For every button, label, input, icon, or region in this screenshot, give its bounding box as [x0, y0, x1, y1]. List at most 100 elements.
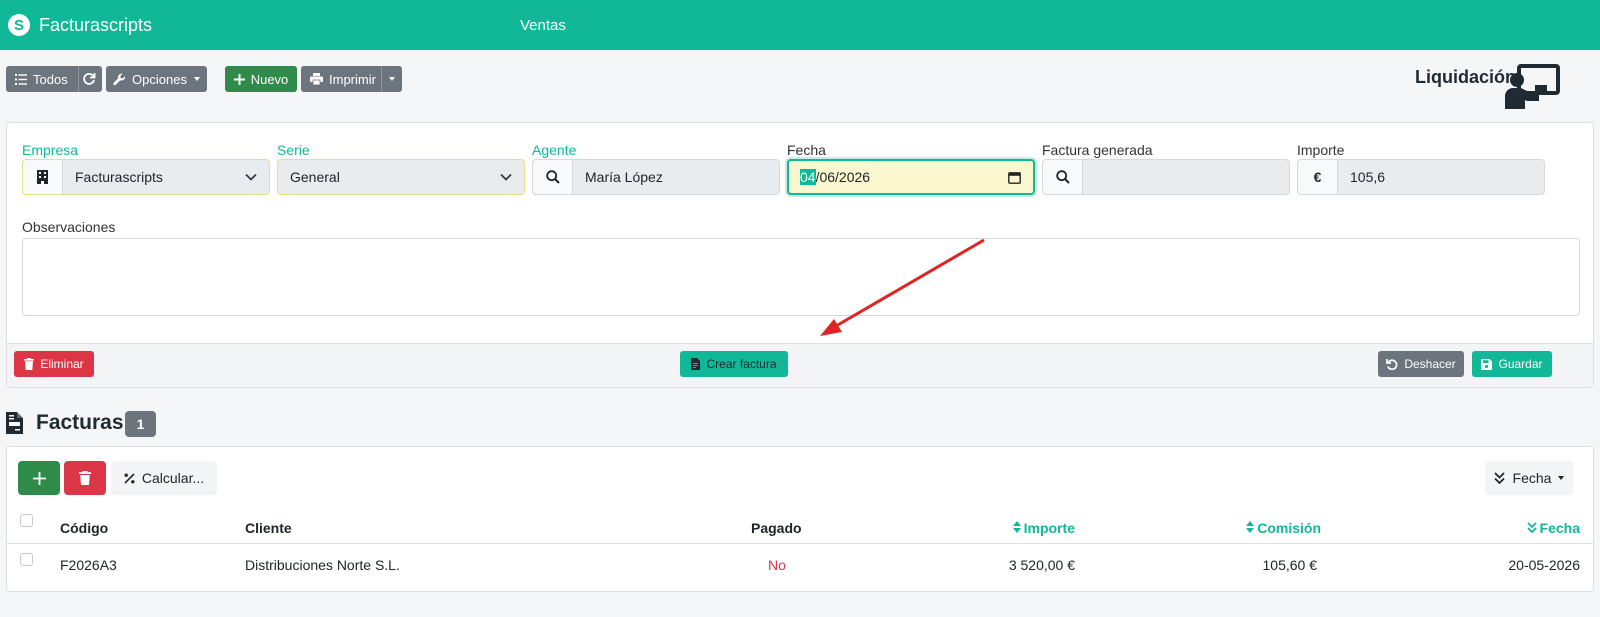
toolbar-divider	[78, 66, 79, 92]
empresa-label: Empresa	[22, 142, 79, 158]
chevron-down-icon	[1558, 476, 1565, 480]
liquidation-form-card: Empresa Facturascripts Serie General Age…	[6, 122, 1594, 388]
create-invoice-button[interactable]: Crear factura	[680, 351, 788, 377]
sort-fecha-label: Fecha	[1512, 470, 1552, 486]
empresa-value: Facturascripts	[75, 169, 163, 185]
print-dropdown-chevron-icon[interactable]	[389, 77, 395, 81]
list-icon	[15, 73, 27, 85]
brand-link[interactable]: S Facturascripts	[8, 14, 152, 36]
toolbar-divider	[381, 66, 382, 92]
undo-button[interactable]: Deshacer	[1378, 351, 1464, 377]
column-cliente[interactable]: Cliente	[245, 520, 292, 536]
factura-generada-field[interactable]	[1042, 159, 1290, 195]
invoices-section-title: Facturas	[36, 411, 124, 434]
cell-importe: 3 520,00 €	[1008, 557, 1075, 573]
row-checkbox[interactable]	[20, 553, 33, 566]
importe-value: 105,6	[1350, 169, 1386, 185]
double-chevron-down-icon	[1493, 472, 1505, 484]
importe-label: Importe	[1297, 142, 1345, 158]
fecha-label: Fecha	[787, 142, 826, 158]
delete-invoice-button[interactable]	[64, 461, 106, 495]
select-all-checkbox[interactable]	[20, 514, 33, 527]
cell-codigo[interactable]: F2026A3	[60, 557, 117, 573]
wrench-icon	[113, 73, 126, 85]
sort-icon	[1012, 521, 1021, 533]
column-codigo[interactable]: Código	[60, 520, 108, 536]
all-label: Todos	[33, 71, 68, 87]
agente-label: Agente	[532, 142, 577, 158]
brand-name: Facturascripts	[39, 14, 153, 35]
trash-icon	[24, 358, 35, 370]
calculate-label: Calcular...	[141, 470, 205, 486]
create-invoice-label: Crear factura	[706, 357, 777, 371]
new-button[interactable]: Nuevo	[225, 66, 297, 92]
new-label: Nuevo	[250, 71, 289, 87]
printer-icon	[310, 73, 323, 85]
add-invoice-button[interactable]	[18, 461, 60, 495]
options-label: Opciones	[132, 71, 187, 87]
options-button[interactable]: Opciones	[106, 66, 207, 92]
importe-field[interactable]: € 105,6	[1297, 159, 1545, 195]
calendar-icon[interactable]	[1008, 171, 1021, 184]
factura-generada-label: Factura generada	[1042, 142, 1153, 158]
empresa-select[interactable]: Facturascripts	[22, 159, 270, 195]
undo-label: Deshacer	[1404, 357, 1456, 371]
building-icon	[23, 160, 63, 194]
observaciones-label: Observaciones	[22, 219, 116, 235]
agente-field[interactable]: María López	[532, 159, 780, 195]
column-importe-label: Importe	[1023, 520, 1075, 536]
column-importe[interactable]: Importe	[1012, 520, 1075, 536]
save-button[interactable]: Guardar	[1472, 351, 1552, 377]
table-divider	[7, 543, 1593, 544]
sort-fecha-button[interactable]: Fecha	[1485, 461, 1573, 495]
column-pagado[interactable]: Pagado	[751, 520, 802, 536]
calculate-button[interactable]: Calcular...	[111, 461, 217, 495]
column-comision-label: Comisión	[1257, 520, 1321, 536]
fecha-input[interactable]: 04/06/2026	[787, 159, 1035, 195]
print-label: Imprimir	[329, 71, 376, 87]
observaciones-textarea[interactable]	[22, 238, 1580, 316]
percent-icon	[124, 472, 135, 484]
serie-label: Serie	[277, 142, 310, 158]
chevron-down-icon	[193, 77, 200, 81]
top-navbar: S Facturascripts Ventas	[0, 0, 1600, 50]
agente-value: María López	[585, 169, 663, 185]
chevron-down-icon	[500, 173, 512, 181]
save-icon	[1481, 358, 1493, 370]
column-fecha-label: Fecha	[1539, 520, 1580, 536]
invoices-card: Calcular... Fecha Código Cliente Pagado …	[6, 446, 1594, 592]
plus-icon	[233, 73, 245, 85]
delete-button[interactable]: Eliminar	[14, 351, 94, 377]
page-title: Liquidación	[1415, 67, 1516, 87]
fecha-value: 04/06/2026	[789, 169, 1008, 185]
undo-icon	[1386, 359, 1398, 370]
cell-comision: 105,60 €	[1262, 557, 1318, 573]
chevron-down-icon	[245, 173, 257, 181]
all-button[interactable]: Todos	[6, 66, 102, 92]
cell-fecha: 20-05-2026	[1508, 557, 1580, 573]
refresh-icon[interactable]	[82, 72, 96, 86]
fecha-rest: /06/2026	[815, 169, 871, 185]
form-footer: Eliminar Crear factura Deshacer Guardar	[7, 343, 1593, 387]
user-presentation-icon	[1505, 64, 1560, 109]
delete-label: Eliminar	[40, 357, 84, 371]
fecha-day-selected: 04	[800, 169, 816, 185]
invoices-count-badge: 1	[125, 411, 156, 437]
euro-icon: €	[1298, 160, 1338, 194]
search-icon[interactable]	[1043, 160, 1083, 194]
column-comision[interactable]: Comisión	[1246, 520, 1321, 536]
double-chevron-down-icon	[1526, 522, 1537, 534]
save-label: Guardar	[1498, 357, 1543, 371]
plus-icon	[32, 471, 46, 485]
file-invoice-icon	[691, 358, 701, 370]
column-fecha[interactable]: Fecha	[1526, 520, 1580, 536]
menu-item-ventas[interactable]: Ventas	[520, 17, 566, 34]
search-icon[interactable]	[533, 160, 573, 194]
serie-select[interactable]: General	[277, 159, 525, 195]
print-button[interactable]: Imprimir	[301, 66, 402, 92]
cell-pagado: No	[768, 557, 786, 573]
trash-icon	[79, 471, 91, 485]
cell-cliente[interactable]: Distribuciones Norte S.L.	[245, 557, 400, 573]
file-invoice-icon	[6, 412, 23, 434]
serie-value: General	[290, 169, 340, 185]
